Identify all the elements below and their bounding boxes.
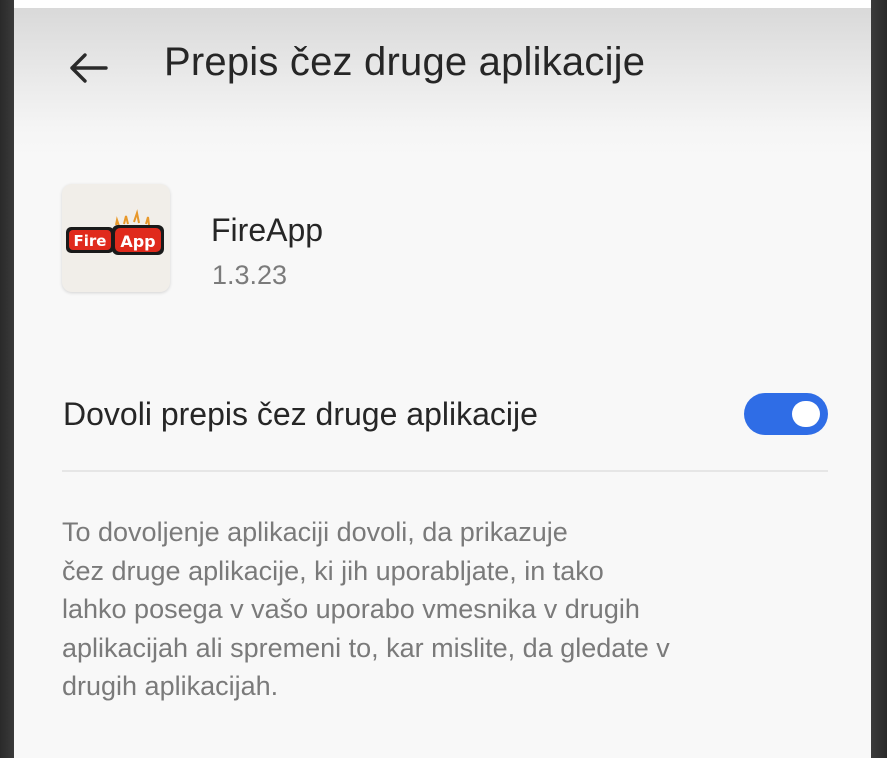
description-line: aplikacijah ali spremeni to, kar mislite…: [62, 632, 670, 663]
app-name: FireApp: [211, 212, 324, 248]
description-line: lahko posega v vašo uporabo vmesnika v d…: [62, 594, 640, 625]
fireapp-logo-icon: Fire App: [66, 209, 164, 255]
allow-overlay-setting-row[interactable]: Dovoli prepis čez druge aplikacije: [14, 366, 871, 470]
left-bezel: [0, 0, 14, 758]
divider: [62, 470, 828, 472]
device-frame: Prepis čez druge aplikacije Fire App Fir…: [0, 0, 887, 758]
allow-overlay-label: Dovoli prepis čez druge aplikacije: [63, 396, 538, 432]
app-icon: Fire App: [62, 184, 170, 292]
svg-text:Fire: Fire: [74, 232, 107, 250]
right-bezel: [871, 0, 887, 758]
svg-text:App: App: [120, 232, 155, 251]
description-line: drugih aplikacijah.: [62, 671, 279, 702]
permission-description: To dovoljenje aplikaciji dovoli, da prik…: [62, 513, 832, 706]
arrow-back-icon: [70, 53, 108, 83]
switch-knob: [792, 401, 820, 427]
page-title: Prepis čez druge aplikacije: [164, 40, 646, 84]
description-line: čez druge aplikacije, ki jih uporabljate…: [62, 555, 604, 586]
top-edge: [0, 0, 887, 8]
allow-overlay-switch[interactable]: [744, 393, 828, 435]
settings-screen: Prepis čez druge aplikacije Fire App Fir…: [14, 8, 871, 758]
description-line: To dovoljenje aplikaciji dovoli, da prik…: [62, 517, 568, 547]
app-version: 1.3.23: [212, 260, 288, 290]
app-bar: Prepis čez druge aplikacije: [14, 8, 871, 158]
back-button[interactable]: [64, 44, 112, 92]
